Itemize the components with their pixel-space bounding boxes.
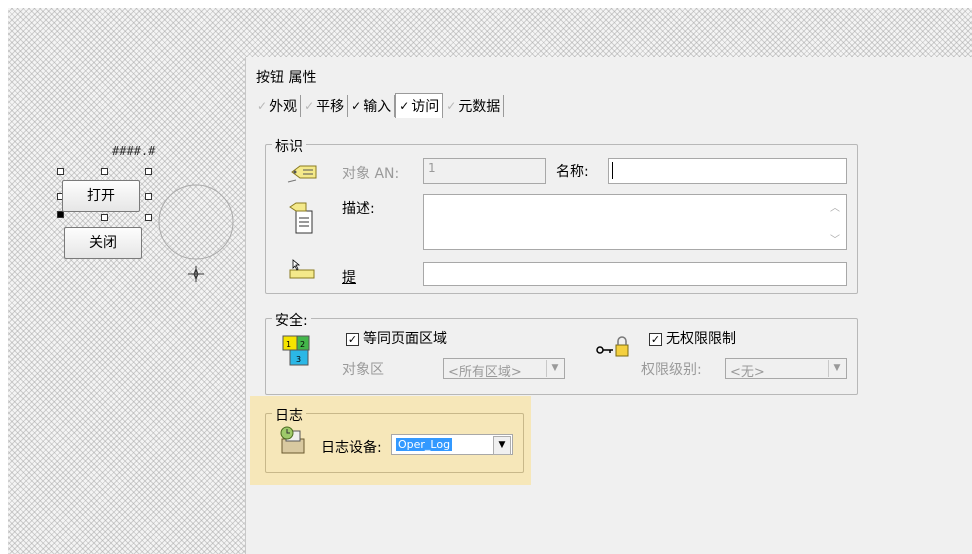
check-icon: ✓: [399, 99, 410, 113]
dropdown-value: <无>: [730, 365, 765, 380]
key-lock-icon: [596, 336, 629, 357]
permission-level-dropdown: <无> ▼: [725, 358, 847, 380]
scroll-up-icon[interactable]: ︿: [830, 199, 840, 214]
chevron-down-icon: ▼: [828, 360, 845, 377]
crosshair-cursor-icon: [188, 266, 204, 282]
check-icon: ✓: [304, 99, 315, 113]
tab-label: 平移: [316, 99, 345, 115]
svg-text:2: 2: [300, 340, 305, 349]
tab-translate[interactable]: ✓ 平移: [301, 95, 349, 117]
check-icon: ✓: [446, 99, 457, 113]
tab-access[interactable]: ✓ 访问: [395, 93, 444, 118]
group-title: 日志: [272, 405, 306, 425]
tab-label: 输入: [363, 99, 392, 115]
dialog-title: 按钮 属性: [256, 70, 317, 86]
numeric-display-object[interactable]: ####.#: [112, 144, 155, 158]
name-field[interactable]: [608, 158, 847, 184]
tab-input[interactable]: ✓ 输入: [348, 95, 396, 117]
selection-handle-primary[interactable]: [57, 211, 64, 218]
document-tag-icon: [289, 202, 313, 234]
tab-bar: ✓ 外观 ✓ 平移 ✓ 输入 ✓ 访问 ✓ 元数据: [254, 93, 505, 119]
tag-icon: [287, 165, 317, 183]
circle-object[interactable]: [157, 183, 235, 261]
selection-handle[interactable]: [145, 168, 152, 175]
selection-handle[interactable]: [145, 193, 152, 200]
open-button[interactable]: 打开: [62, 180, 140, 212]
same-area-checkbox[interactable]: ✓ 等同页面区域: [346, 328, 447, 348]
object-area-label: 对象区: [342, 362, 384, 378]
object-an-field: 1: [423, 158, 546, 184]
log-device-label: 日志设备:: [321, 440, 382, 456]
checkbox-box: ✓: [346, 332, 359, 346]
tab-label: 访问: [411, 99, 440, 115]
object-area-dropdown: <所有区域> ▼: [443, 358, 565, 380]
puzzle-icon: 1 2 3: [282, 335, 310, 366]
selection-handle[interactable]: [57, 168, 64, 175]
permission-level-label: 权限级别:: [641, 362, 702, 378]
group-title: 安全:: [272, 310, 311, 330]
chevron-down-icon: ▼: [546, 360, 563, 377]
no-permission-checkbox[interactable]: ✓ 无权限限制: [649, 328, 736, 348]
chevron-down-icon[interactable]: ▼: [493, 436, 511, 455]
log-device-dropdown[interactable]: Oper_Log ▼: [391, 434, 513, 455]
group-title: 标识: [272, 136, 306, 156]
svg-text:3: 3: [296, 355, 301, 364]
tab-label: 外观: [269, 99, 298, 115]
description-field[interactable]: [423, 194, 847, 250]
name-label: 名称:: [556, 164, 589, 180]
description-label: 描述:: [342, 201, 375, 217]
text-cursor: [612, 162, 613, 179]
log-device-icon: [280, 426, 305, 454]
tab-label: 元数据: [458, 99, 501, 115]
selection-handle[interactable]: [145, 214, 152, 221]
dropdown-value: <所有区域>: [448, 365, 522, 380]
tooltip-icon: [289, 259, 315, 279]
check-icon: ✓: [257, 99, 268, 113]
tab-metadata[interactable]: ✓ 元数据: [443, 95, 505, 117]
tip-field[interactable]: [423, 262, 847, 286]
tip-label: 提: [342, 270, 356, 286]
scroll-down-icon[interactable]: ﹀: [830, 231, 840, 246]
tab-appearance[interactable]: ✓ 外观: [254, 95, 302, 117]
checkbox-label: 等同页面区域: [363, 331, 447, 347]
checkbox-label: 无权限限制: [666, 331, 736, 347]
close-button[interactable]: 关闭: [64, 227, 142, 259]
svg-text:1: 1: [286, 340, 291, 349]
selection-handle[interactable]: [101, 168, 108, 175]
object-an-label: 对象 AN:: [342, 166, 400, 182]
check-icon: ✓: [351, 99, 362, 113]
selection-handle[interactable]: [101, 214, 108, 221]
checkbox-box: ✓: [649, 332, 662, 346]
dropdown-value: Oper_Log: [396, 438, 453, 451]
